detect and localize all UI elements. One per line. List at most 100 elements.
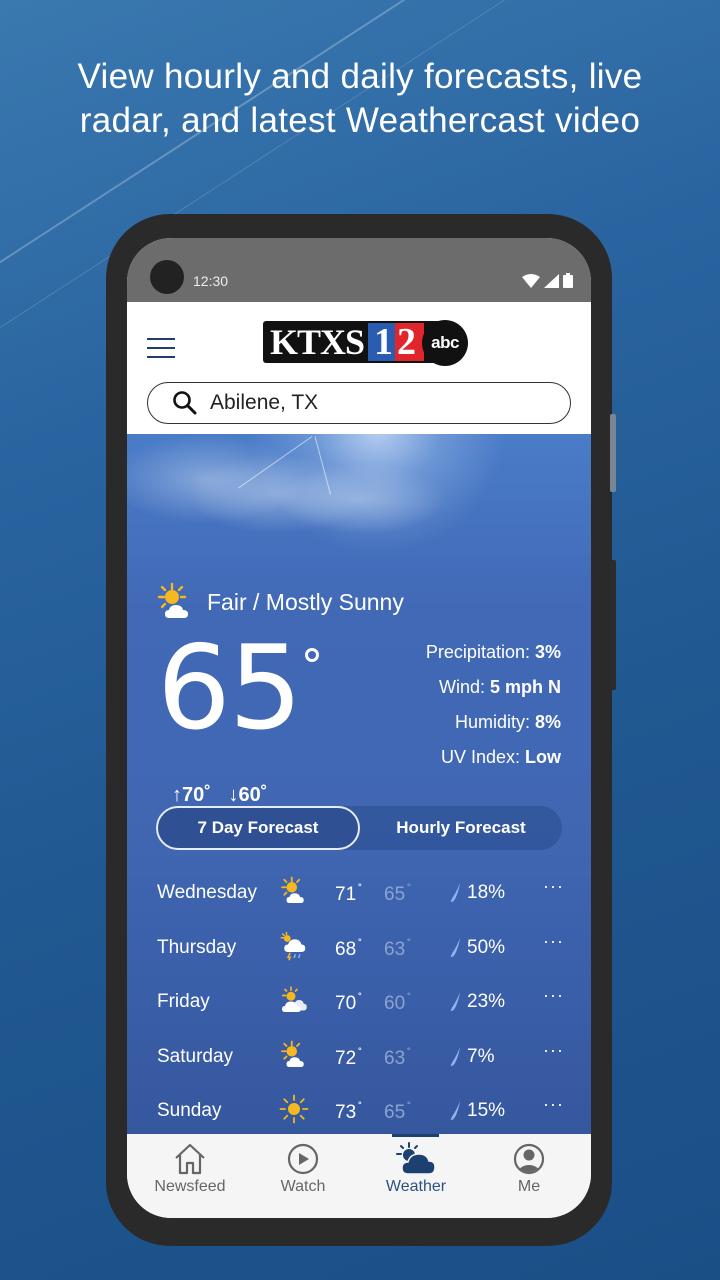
tab-newsfeed[interactable]: Newsfeed — [132, 1134, 248, 1218]
condition-text: Fair / Mostly Sunny — [207, 588, 404, 615]
today-low: ↓60˚ — [228, 784, 268, 806]
forecast-row[interactable]: Sunday 73 ˚ 65 ˚ 15% ··· — [127, 1084, 591, 1134]
forecast-precip: 50% — [467, 936, 506, 958]
forecast-high: 71 ˚ — [335, 882, 363, 905]
logo-channel-digit-2: 2 — [395, 323, 425, 361]
stat-label: Wind: — [438, 677, 490, 697]
forecast-day: Saturday — [157, 1045, 234, 1067]
current-stats: Precipitation: 3% Wind: 5 mph N Humidity… — [426, 640, 561, 780]
phone-volume-button — [610, 414, 616, 492]
forecast-precip: 15% — [467, 1100, 506, 1121]
hamburger-menu-icon[interactable] — [147, 338, 175, 358]
stat-label: Precipitation: — [425, 642, 535, 662]
forecast-row[interactable]: Friday 70 ˚ 60 ˚ 23% ··· — [127, 975, 591, 1030]
logo-channel: 1 2 — [368, 323, 425, 361]
stat-value: 5 mph N — [489, 677, 561, 697]
forecast-high: 72 ˚ — [335, 1045, 363, 1069]
forecast-high: 70 ˚ — [335, 991, 363, 1014]
sunny-icon — [279, 1094, 309, 1124]
forecast-precip: 7% — [467, 1045, 495, 1067]
home-icon — [175, 1143, 205, 1175]
forecast-row[interactable]: Saturday 72 ˚ 63 ˚ 7% ··· — [127, 1030, 591, 1085]
phone-power-button — [610, 560, 616, 690]
forecast-day: Friday — [157, 991, 210, 1012]
forecast-low: 60 ˚ — [384, 991, 412, 1014]
tab-label: Weather — [385, 1178, 447, 1195]
forecast-low: 63 ˚ — [384, 1045, 412, 1069]
precip-drop-icon — [450, 937, 460, 957]
status-time: 12:30 — [193, 273, 229, 289]
current-temperature: 65 — [157, 621, 303, 756]
today-high-low: ↑70˚ ↓60˚ — [172, 784, 279, 807]
play-icon — [287, 1143, 319, 1175]
stat-label: UV Index: — [440, 747, 525, 767]
forecast-low: 65 ˚ — [384, 1100, 412, 1123]
tab-watch[interactable]: Watch — [245, 1134, 361, 1218]
stat-value: Low — [525, 747, 561, 767]
more-options-icon[interactable]: ··· — [543, 1040, 564, 1061]
partly-sunny-icon — [281, 876, 304, 903]
more-options-icon[interactable]: ··· — [543, 931, 564, 952]
wifi-icon — [522, 273, 540, 288]
app-header: KTXS 1 2 abc Abilene, TX — [127, 302, 591, 434]
tab-label: Newsfeed — [154, 1178, 226, 1195]
tab-hourly-forecast[interactable]: Hourly Forecast — [360, 806, 562, 850]
forecast-high: 73 ˚ — [335, 1100, 363, 1123]
today-high: ↑70˚ — [172, 784, 211, 806]
stat-wind: Wind: 5 mph N — [426, 675, 561, 710]
promo-headline: View hourly and daily forecasts, live ra… — [0, 55, 720, 143]
phone-screen: 12:30 KTXS 1 2 abc Abilene, TX Fair / Mo… — [127, 238, 591, 1218]
logo-box: KTXS 1 2 — [263, 321, 449, 363]
abc-network-logo: abc — [422, 320, 469, 366]
stat-humidity: Humidity: 8% — [426, 710, 561, 745]
profile-icon — [513, 1143, 545, 1175]
stat-value: 8% — [534, 712, 561, 732]
forecast-high: 68 ˚ — [335, 936, 363, 960]
forecast-day: Wednesday — [157, 882, 257, 903]
forecast-precip: 23% — [467, 991, 506, 1012]
mostly-cloudy-icon — [281, 986, 307, 1012]
more-options-icon[interactable]: ··· — [543, 876, 564, 897]
forecast-low: 65 ˚ — [384, 882, 412, 905]
stat-uv-index: UV Index: Low — [426, 745, 561, 780]
partly-sunny-icon — [281, 1040, 304, 1067]
logo-call-sign: KTXS — [270, 322, 365, 362]
forecast-day: Thursday — [157, 936, 237, 958]
stat-label: Humidity: — [454, 712, 535, 732]
current-condition: Fair / Mostly Sunny — [155, 582, 404, 622]
weather-icon — [396, 1142, 436, 1175]
bottom-navigation: Newsfeed Watch Weather Me — [127, 1134, 591, 1218]
degree-symbol — [305, 648, 319, 662]
tab-label: Me — [517, 1178, 541, 1195]
system-icons — [522, 273, 573, 288]
tab-weather[interactable]: Weather — [358, 1134, 474, 1218]
station-logo[interactable]: KTXS 1 2 abc — [263, 318, 469, 366]
forecast-row[interactable]: Wednesday 71 ˚ 65 ˚ 18% ··· — [127, 866, 591, 921]
tab-7-day-forecast[interactable]: 7 Day Forecast — [156, 806, 360, 850]
forecast-row[interactable]: Thursday 68 ˚ 63 ˚ 50% ··· — [127, 921, 591, 976]
precip-drop-icon — [450, 883, 460, 902]
tab-me[interactable]: Me — [471, 1134, 587, 1218]
logo-channel-digit-1: 1 — [368, 323, 396, 361]
precip-drop-icon — [450, 1046, 460, 1066]
precip-drop-icon — [450, 992, 460, 1011]
partly-sunny-icon — [157, 582, 188, 618]
precip-drop-icon — [450, 1101, 460, 1120]
battery-icon — [563, 273, 573, 288]
sun-rain-cloud-icon — [280, 931, 306, 961]
more-options-icon[interactable]: ··· — [543, 985, 564, 1006]
status-bar: 12:30 — [127, 238, 591, 302]
forecast-low: 63 ˚ — [384, 936, 412, 960]
stat-precipitation: Precipitation: 3% — [426, 640, 561, 675]
forecast-toggle: 7 Day Forecast Hourly Forecast — [156, 806, 562, 850]
signal-icon — [544, 273, 559, 288]
headline-line-1: View hourly and daily forecasts, live — [77, 57, 643, 96]
location-search-input[interactable]: Abilene, TX — [147, 382, 571, 424]
search-icon — [173, 391, 197, 415]
forecast-day: Sunday — [157, 1100, 222, 1121]
more-options-icon[interactable]: ··· — [543, 1094, 564, 1115]
daily-forecast-list: Wednesday 71 ˚ 65 ˚ 18% ··· Thursday 68 … — [127, 866, 591, 1134]
front-camera — [150, 260, 184, 294]
forecast-precip: 18% — [467, 882, 506, 903]
search-value: Abilene, TX — [210, 391, 319, 414]
